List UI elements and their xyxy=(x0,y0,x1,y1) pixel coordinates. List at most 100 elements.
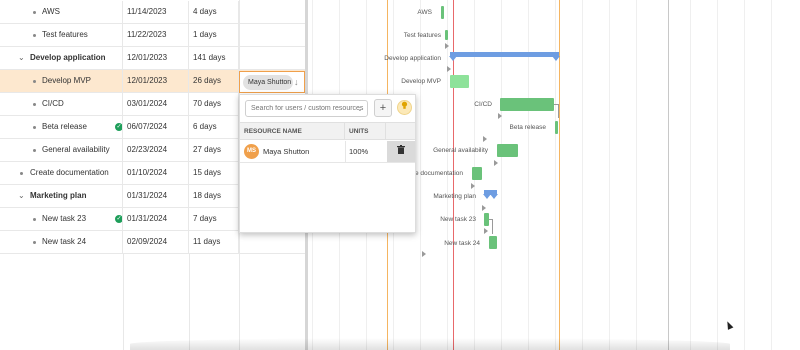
task-bar[interactable] xyxy=(472,167,482,180)
grid-line xyxy=(717,0,718,350)
table-row[interactable]: MS Maya Shutton 100% xyxy=(240,141,415,163)
task-name-cell[interactable]: AWS xyxy=(0,1,123,23)
dependency-arrow-icon xyxy=(482,205,486,211)
bar-label: Develop application xyxy=(384,55,441,62)
summary-bar[interactable] xyxy=(450,52,559,57)
duration-cell[interactable]: 6 days xyxy=(189,116,239,138)
task-bar-selected[interactable] xyxy=(450,75,469,88)
collapse-toggle-icon[interactable]: ⌄ xyxy=(18,191,25,201)
dropdown-arrow-icon[interactable]: ↓ xyxy=(294,75,299,90)
table-row[interactable]: ⌄ Develop application 12/01/2023 141 day… xyxy=(0,47,305,70)
grid-line xyxy=(690,0,691,350)
bullet-icon xyxy=(33,126,36,129)
task-name-cell[interactable]: ⌄ Marketing plan xyxy=(0,185,123,207)
task-name-cell[interactable]: Test features xyxy=(0,24,123,46)
start-date-cell[interactable]: 01/31/2024 xyxy=(123,208,189,230)
dependency-arrow-icon xyxy=(498,113,502,119)
remove-resource-button[interactable] xyxy=(387,141,415,162)
resource-table-header: RESOURCE NAME UNITS xyxy=(240,122,415,140)
bullet-icon xyxy=(33,103,36,106)
start-date-cell[interactable]: 06/07/2024 xyxy=(123,116,189,138)
table-row[interactable]: Test features 11/22/2023 1 days xyxy=(0,24,305,47)
resource-cell[interactable] xyxy=(239,1,305,23)
bar-label: Marketing plan xyxy=(433,193,476,200)
start-date-cell[interactable]: 01/10/2024 xyxy=(123,162,189,184)
task-bar[interactable] xyxy=(445,30,448,40)
summary-end-marker xyxy=(552,56,560,61)
task-name-cell[interactable]: Create documentation xyxy=(0,162,123,184)
resource-cell[interactable] xyxy=(239,24,305,46)
start-date-cell[interactable]: 12/01/2023 xyxy=(123,70,189,92)
duration-cell[interactable]: 15 days xyxy=(189,162,239,184)
scroll-shadow xyxy=(130,338,730,350)
bar-label: New task 24 xyxy=(444,240,480,247)
chevron-down-icon[interactable]: ⌄ xyxy=(357,105,363,113)
start-date-cell[interactable]: 02/23/2024 xyxy=(123,139,189,161)
task-name: Develop MVP xyxy=(42,76,91,85)
grid-line xyxy=(636,0,637,350)
duration-cell[interactable]: 7 days xyxy=(189,208,239,230)
task-name-cell[interactable]: New task 23 ✓ xyxy=(0,208,123,230)
bullet-icon xyxy=(33,80,36,83)
dependency-arrow-icon xyxy=(471,183,475,189)
task-name-cell[interactable]: CI/CD xyxy=(0,93,123,115)
duration-cell[interactable]: 4 days xyxy=(189,1,239,23)
column-header-units[interactable]: UNITS xyxy=(345,123,386,140)
duration-cell[interactable]: 26 days xyxy=(189,70,239,92)
task-name: General availability xyxy=(42,145,110,154)
project-end-line xyxy=(668,0,669,350)
duration-cell[interactable]: 27 days xyxy=(189,139,239,161)
task-name: New task 23 xyxy=(42,214,87,223)
marker-line xyxy=(559,0,560,350)
bar-label: CI/CD xyxy=(474,101,492,108)
task-bar[interactable] xyxy=(497,144,518,157)
task-name-cell[interactable]: ⌄ Develop application xyxy=(0,47,123,69)
resource-cell[interactable] xyxy=(239,47,305,69)
start-date-cell[interactable]: 01/31/2024 xyxy=(123,185,189,207)
bullet-icon xyxy=(20,172,23,175)
task-name-cell[interactable]: New task 24 xyxy=(0,231,123,253)
bullet-icon xyxy=(33,218,36,221)
resource-search-input[interactable] xyxy=(245,100,368,117)
start-date-cell[interactable]: 11/22/2023 xyxy=(123,24,189,46)
task-name-cell[interactable]: Develop MVP xyxy=(0,70,123,92)
start-date-cell[interactable]: 03/01/2024 xyxy=(123,93,189,115)
duration-cell[interactable]: 18 days xyxy=(189,185,239,207)
duration-cell[interactable]: 11 days xyxy=(189,231,239,253)
resource-chip[interactable]: Maya Shutton xyxy=(243,75,293,90)
collapse-toggle-icon[interactable]: ⌄ xyxy=(18,53,25,63)
task-bar[interactable] xyxy=(441,6,444,19)
dependency-arrow-icon xyxy=(422,251,426,257)
resource-assignment-popup[interactable]: ⌄ + RESOURCE NAME UNITS MS Maya Shutton … xyxy=(239,94,416,233)
task-name-cell[interactable]: General availability xyxy=(0,139,123,161)
task-bar[interactable] xyxy=(489,236,497,249)
duration-cell[interactable]: 141 days xyxy=(189,47,239,69)
bar-label: Test features xyxy=(403,32,441,39)
add-resource-button[interactable]: + xyxy=(374,99,392,117)
resource-units[interactable]: 100% xyxy=(349,141,368,162)
column-header-resource-name[interactable]: RESOURCE NAME xyxy=(240,123,345,140)
table-row[interactable]: New task 24 02/09/2024 11 days xyxy=(0,231,305,254)
lightbulb-icon[interactable] xyxy=(397,100,412,115)
bar-label: AWS xyxy=(417,9,432,16)
start-date-cell[interactable]: 02/09/2024 xyxy=(123,231,189,253)
task-bar[interactable] xyxy=(500,98,554,111)
bullet-icon xyxy=(33,241,36,244)
table-row[interactable]: AWS 11/14/2023 4 days xyxy=(0,1,305,24)
duration-cell[interactable]: 1 days xyxy=(189,24,239,46)
bullet-icon xyxy=(33,34,36,37)
resource-name[interactable]: Maya Shutton xyxy=(263,141,309,162)
dependency-arrow-icon xyxy=(483,136,487,142)
task-bar[interactable] xyxy=(555,121,558,134)
start-date-cell[interactable]: 11/14/2023 xyxy=(123,1,189,23)
duration-cell[interactable]: 70 days xyxy=(189,93,239,115)
dependency-arrow-icon xyxy=(447,66,451,72)
task-name: AWS xyxy=(42,7,60,16)
lightbulb-icon xyxy=(401,101,408,109)
task-name-cell[interactable]: Beta release ✓ xyxy=(0,116,123,138)
completed-check-icon: ✓ xyxy=(115,123,122,131)
resource-combo-editor[interactable]: Maya Shutton ↓ xyxy=(239,71,305,93)
dependency-arrow-icon xyxy=(494,160,498,166)
task-name: Beta release xyxy=(42,122,87,131)
start-date-cell[interactable]: 12/01/2023 xyxy=(123,47,189,69)
